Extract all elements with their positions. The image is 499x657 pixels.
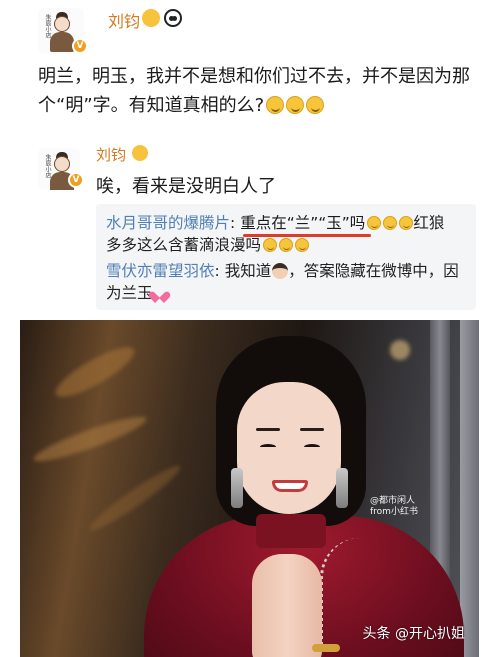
post-text-line-2: 个“明”字。有知道真相的么? (38, 91, 478, 120)
crying-face-icon (132, 145, 148, 161)
heart-icon (153, 287, 166, 299)
comment-author[interactable]: 雪伏亦雷望羽依 (106, 262, 215, 280)
hands (252, 554, 322, 657)
panda-icon (164, 9, 182, 27)
photo-watermark: 都市闲人 from小红书 (370, 496, 418, 518)
verified-badge-icon: V (72, 38, 88, 54)
comment-1-line-2: 多多这么含蓄滴浪漫吗 (106, 234, 310, 256)
smile-icon (266, 96, 285, 114)
earring (336, 468, 348, 508)
comment-highlight: 重点在“兰”“玉”吗 (240, 214, 366, 232)
avatar-tag: 朱宸小店 (44, 14, 51, 38)
photo[interactable]: 都市闲人 from小红书 头条 @开心扒姐 (20, 320, 479, 657)
earring (231, 468, 243, 508)
comment-2-line-2: 为兰玉 (106, 282, 166, 304)
smile-icon (399, 216, 414, 230)
smile-icon (279, 238, 294, 252)
smile-icon (263, 238, 278, 252)
footer-watermark: 头条 @开心扒姐 (362, 626, 465, 642)
smile-icon (306, 96, 325, 114)
reply-author[interactable]: 刘钧 (96, 144, 126, 165)
smile-icon (383, 216, 398, 230)
post-body: 明兰，明玉，我并不是想和你们过不去，并不是因为那 个“明”字。有知道真相的么? (38, 62, 478, 120)
highlight-underline (243, 234, 371, 237)
post-author[interactable]: 刘钧 (108, 8, 140, 32)
smile-icon (367, 216, 382, 230)
avatar-tag: 朱宸小店 (44, 154, 51, 178)
comment-1-line-1: 水月哥哥的爆腾片: 重点在“兰”“玉”吗 红狼 (106, 214, 445, 232)
comment-box: 水月哥哥的爆腾片: 重点在“兰”“玉”吗 红狼 多多这么含蓄滴浪漫吗 雪伏亦雷望羽… (96, 204, 476, 310)
smile-icon (286, 96, 305, 114)
face (237, 382, 341, 514)
post-text-line-1: 明兰，明玉，我并不是想和你们过不去，并不是因为那 (38, 66, 470, 87)
crying-face-icon (142, 9, 160, 27)
reply-text: 唉，看来是没明白人了 (96, 176, 276, 197)
facepalm-icon (272, 263, 289, 279)
comment-author[interactable]: 水月哥哥的爆腾片 (106, 214, 230, 232)
smile-icon (295, 238, 310, 252)
comment-2-line-1: 雪伏亦雷望羽依: 我知道 ，答案隐藏在微博中，因 (106, 262, 459, 280)
verified-badge-icon: V (68, 172, 84, 188)
